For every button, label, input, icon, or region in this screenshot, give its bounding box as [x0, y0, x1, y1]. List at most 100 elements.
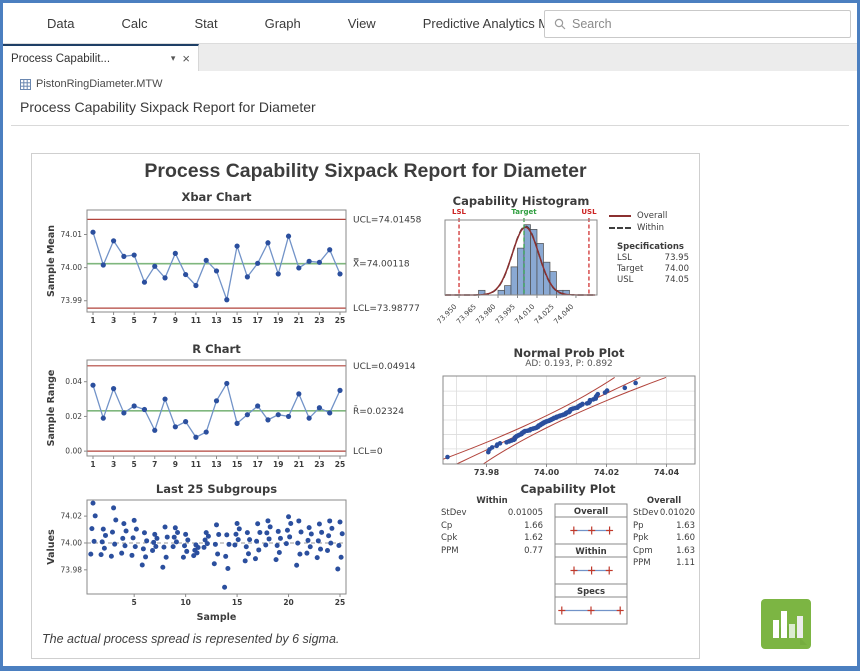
svg-text:0.04: 0.04 [65, 377, 82, 386]
svg-text:5: 5 [132, 460, 137, 469]
spec-row: Target74.00 [617, 264, 689, 275]
svg-text:23: 23 [314, 460, 324, 469]
svg-text:LCL=0: LCL=0 [353, 447, 383, 457]
report-title: Process Capability Sixpack Report for Di… [32, 160, 699, 183]
svg-text:11: 11 [191, 460, 201, 469]
within-stats: Within StDev0.01005Cp1.66Cpk1.62PPM0.77 [441, 496, 543, 558]
svg-text:9: 9 [173, 316, 178, 325]
svg-text:10: 10 [180, 598, 190, 607]
output-pane: PistonRingDiameter.MTW Process Capabilit… [3, 71, 857, 666]
menu-stat[interactable]: Stat [194, 16, 217, 31]
worksheet-name: PistonRingDiameter.MTW [36, 78, 163, 90]
overall-line-sample [609, 215, 631, 217]
tab-process-capability[interactable]: Process Capabilit... ▾ × [3, 44, 199, 71]
svg-text:Values: Values [46, 529, 57, 565]
spec-row: USL74.05 [617, 275, 689, 286]
svg-text:0.00: 0.00 [65, 447, 82, 456]
svg-text:21: 21 [294, 316, 304, 325]
stat-row: PPM1.11 [633, 558, 695, 571]
r-chart-panel: R Chart 0.000.020.0413579111315171921232… [42, 342, 462, 482]
stat-row: Cpk1.62 [441, 533, 543, 546]
svg-text:Specs: Specs [577, 587, 605, 597]
svg-text:X̿=74.00118: X̿=74.00118 [353, 258, 410, 270]
svg-text:74.02: 74.02 [61, 512, 83, 521]
svg-text:3: 3 [111, 460, 116, 469]
svg-text:17: 17 [252, 460, 262, 469]
histogram-legend: Overall Within Specifications LSL73.95Ta… [609, 210, 697, 286]
svg-text:R̄=0.02324: R̄=0.02324 [353, 405, 404, 417]
svg-text:5: 5 [132, 316, 137, 325]
svg-text:7: 7 [152, 460, 157, 469]
stat-row: Ppk1.60 [633, 533, 695, 546]
xbar-chart: 73.9974.0074.01135791113151719212325UCL=… [42, 190, 462, 340]
svg-text:UCL=0.04914: UCL=0.04914 [353, 362, 416, 372]
svg-text:20: 20 [283, 598, 293, 607]
svg-text:1: 1 [90, 316, 95, 325]
svg-text:73.980: 73.980 [474, 303, 497, 326]
within-stats-header: Within [441, 496, 543, 506]
svg-text:Sample Mean: Sample Mean [46, 225, 57, 297]
svg-text:19: 19 [273, 316, 283, 325]
stat-row: Cpm1.63 [633, 546, 695, 559]
specifications-title: Specifications [617, 242, 697, 252]
svg-text:5: 5 [132, 598, 137, 607]
legend-overall-label: Overall [637, 211, 667, 221]
page-title: Process Capability Sixpack Report for Di… [20, 99, 316, 115]
svg-text:UCL=74.01458: UCL=74.01458 [353, 215, 422, 225]
stat-row: PPM0.77 [441, 546, 543, 559]
search-input[interactable]: Search [544, 10, 851, 38]
svg-text:11: 11 [191, 316, 201, 325]
tab-bar: Process Capabilit... ▾ × [3, 43, 857, 72]
capability-histogram-panel: Capability Histogram LSLTargetUSL73.9507… [437, 194, 699, 342]
report-footnote: The actual process spread is represented… [42, 632, 339, 646]
svg-text:74.02: 74.02 [594, 468, 619, 477]
last-25-subgroups-chart: 73.98 74.00 74.02 5 10 15 20 25 Sample Values [42, 482, 462, 632]
svg-text:73.99: 73.99 [61, 296, 83, 305]
svg-text:9: 9 [173, 460, 178, 469]
within-line-sample [609, 227, 631, 229]
menu-calc[interactable]: Calc [121, 16, 147, 31]
svg-text:Target: Target [511, 208, 537, 216]
svg-text:15: 15 [232, 316, 242, 325]
svg-text:74.025: 74.025 [533, 303, 556, 326]
tab-dropdown-icon[interactable]: ▾ [171, 53, 176, 64]
worksheet-row[interactable]: PistonRingDiameter.MTW [20, 78, 163, 90]
svg-text:13: 13 [211, 316, 221, 325]
overall-stats-header: Overall [633, 496, 695, 506]
svg-text:LSL: LSL [452, 208, 467, 216]
svg-text:Sample Range: Sample Range [46, 370, 57, 447]
menu-data[interactable]: Data [47, 16, 74, 31]
minitab-app-icon[interactable] [760, 598, 812, 650]
menu-view[interactable]: View [348, 16, 376, 31]
svg-text:13: 13 [211, 460, 221, 469]
svg-text:15: 15 [232, 598, 242, 607]
menu-bar: Data Calc Stat Graph View Predictive Ana… [3, 3, 857, 43]
menu-graph[interactable]: Graph [265, 16, 301, 31]
svg-text:25: 25 [335, 598, 345, 607]
svg-text:74.040: 74.040 [552, 303, 575, 326]
svg-text:USL: USL [581, 208, 597, 216]
svg-text:74.04: 74.04 [654, 468, 680, 477]
svg-text:Overall: Overall [574, 507, 608, 517]
svg-text:23: 23 [314, 316, 324, 325]
spec-row: LSL73.95 [617, 253, 689, 264]
worksheet-grid-icon [20, 79, 31, 90]
svg-text:73.98: 73.98 [61, 565, 83, 574]
search-icon [554, 18, 566, 30]
svg-text:74.00: 74.00 [61, 538, 83, 547]
svg-text:74.00: 74.00 [534, 468, 560, 477]
xbar-chart-panel: Xbar Chart 73.9974.0074.0113579111315171… [42, 190, 462, 340]
svg-text:Sample: Sample [197, 612, 237, 623]
svg-text:15: 15 [232, 460, 242, 469]
legend-within-label: Within [637, 223, 664, 233]
tab-label: Process Capabilit... [11, 53, 167, 65]
overall-stats: Overall StDev0.01020Pp1.63Ppk1.60Cpm1.63… [633, 496, 695, 571]
last-25-subgroups-panel: Last 25 Subgroups 73.9874.0074.025101520… [42, 482, 462, 632]
svg-text:74.00: 74.00 [61, 263, 83, 272]
tab-close-icon[interactable]: × [182, 53, 190, 64]
stat-row: Pp1.63 [633, 521, 695, 534]
stat-row: Cp1.66 [441, 521, 543, 534]
svg-text:7: 7 [152, 316, 157, 325]
stat-row: StDev0.01020 [633, 508, 695, 521]
normal-prob-plot-chart: 73.9874.0074.0274.04 [437, 346, 699, 478]
